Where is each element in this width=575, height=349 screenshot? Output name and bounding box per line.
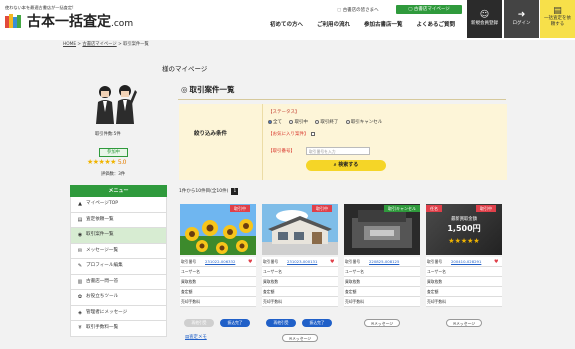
page-title: 様のマイページ bbox=[162, 65, 208, 73]
breadcrumb-current: 取引案件一覧 bbox=[123, 42, 149, 47]
accept-button[interactable]: 再他引受 bbox=[266, 319, 296, 327]
accept-button[interactable]: 再他引受 bbox=[184, 319, 214, 327]
status-badge: 取引中 bbox=[312, 205, 332, 212]
filter-panel: 絞り込み条件 【ステータス】 全て 取引中 取引終了 取引キャンセル 【お気に入… bbox=[179, 104, 507, 180]
person-icon: ▲ bbox=[78, 201, 82, 208]
sidebar-item-messages[interactable]: ✉ メッセージ一覧 bbox=[70, 243, 167, 259]
divider bbox=[178, 99, 506, 100]
number-label: 【取引番号】 bbox=[268, 149, 295, 154]
sidebar-item-admin-message[interactable]: ◈ 管理者にメッセージ bbox=[70, 305, 167, 321]
logo-text: 古本一括査定.com bbox=[27, 14, 134, 30]
nav-first-time[interactable]: 初めての方へ bbox=[270, 20, 303, 28]
status-badge: 参加中 bbox=[99, 148, 128, 157]
deal-number-link[interactable]: 220825-008125 bbox=[369, 257, 399, 267]
sidebar-item-deals[interactable]: ◉ 取引案件一覧 bbox=[70, 228, 167, 244]
bulk-appraisal-button[interactable]: ▤ 一括査定を依頼する bbox=[540, 0, 575, 38]
sidebar-menu: メニュー ▲ マイページTOP ▤ 査定依頼一覧 ◉ 取引案件一覧 ✉ メッセージ一覧 … bbox=[70, 185, 167, 337]
payment-done-button[interactable]: 振込完了 bbox=[220, 319, 250, 327]
sidebar-item-mypage-top[interactable]: ▲ マイページTOP bbox=[70, 197, 167, 213]
user-plus-icon: ☺ bbox=[479, 10, 490, 20]
handshake-icon: ◉ bbox=[77, 232, 83, 239]
section-title: ◎ 取引案件一覧 bbox=[181, 85, 235, 94]
deal-card[interactable]: 最新買取金額 1,500円 ★★★★★ 任名 取引中 取引番号 200410-02… bbox=[426, 204, 502, 349]
result-count: 1件から10件目(全10件) 1 bbox=[179, 188, 239, 195]
deal-number-link[interactable]: 231023-000131 bbox=[287, 257, 317, 267]
rating-stars: ★★★★★ 5.0 bbox=[87, 158, 126, 166]
document-icon: ▤ bbox=[77, 216, 83, 223]
sidebar-item-profile[interactable]: ✎ プロフィール編集 bbox=[70, 259, 167, 275]
document-icon: ▤ bbox=[553, 6, 562, 16]
site-header: 使わない本を最適古書店が一括査定! 古本一括査定.com ▢ 古書店の皆さまへ … bbox=[0, 0, 575, 40]
status-radio-group: 全て 取引中 取引終了 取引キャンセル bbox=[268, 119, 388, 126]
sidebar-item-requests[interactable]: ▤ 査定依頼一覧 bbox=[70, 212, 167, 228]
deal-card[interactable]: 取引キャンセル 取引番号 220825-008125 ユーザー名 買取枚数 査定額… bbox=[344, 204, 420, 349]
pencil-icon: ✎ bbox=[77, 263, 83, 270]
avatar bbox=[96, 85, 137, 124]
message-button[interactable]: ✉メッセージ bbox=[364, 319, 400, 327]
books-logo-icon bbox=[5, 14, 23, 28]
filter-fields: 【ステータス】 全て 取引中 取引終了 取引キャンセル 【お気に入り案件】 【取… bbox=[262, 104, 507, 180]
nav-shops[interactable]: 参加古書店一覧 bbox=[364, 20, 403, 28]
header-greeting[interactable]: ▢ 古書店の皆さまへ bbox=[337, 7, 379, 13]
message-button[interactable]: ✉メッセージ bbox=[446, 319, 482, 327]
money-icon: ¥ bbox=[78, 325, 82, 332]
deal-card[interactable]: 取引中 取引番号 231022-006332 ♥ ユーザー名 買取枚数 査定額 売却… bbox=[180, 204, 256, 349]
rating-stars: ★★★★★ bbox=[448, 237, 480, 245]
status-badge: 取引キャンセル bbox=[384, 205, 420, 212]
deal-number-link[interactable]: 231022-006332 bbox=[205, 257, 235, 267]
favorite-filter: 【お気に入り案件】 bbox=[268, 131, 315, 137]
deal-number-input[interactable]: 取引番号を入力 bbox=[306, 147, 370, 155]
breadcrumb-mypage[interactable]: 古書店マイページ bbox=[82, 42, 116, 47]
mail-icon: ✉ bbox=[77, 247, 83, 254]
payment-done-button[interactable]: 振込完了 bbox=[302, 319, 332, 327]
overlay-price: 1,500円 bbox=[447, 224, 481, 233]
memo-link[interactable]: ▤査定メモ bbox=[185, 334, 207, 340]
register-button[interactable]: ☺ 新規会員登録 bbox=[467, 0, 502, 38]
deal-number-link[interactable]: 200410-028291 bbox=[451, 257, 481, 267]
radio-finished[interactable]: 取引終了 bbox=[315, 119, 338, 125]
overlay-title: 最新買取金額 bbox=[451, 217, 477, 222]
status-label: 【ステータス】 bbox=[268, 110, 300, 115]
status-badge: 取引中 bbox=[476, 205, 496, 212]
breadcrumb-home[interactable]: HOME bbox=[63, 42, 76, 47]
filter-label: 絞り込み条件 bbox=[194, 131, 228, 137]
status-badge: 取引中 bbox=[230, 205, 250, 212]
login-icon: ➜ bbox=[517, 10, 526, 20]
deal-count: 取引件数:5件 bbox=[95, 132, 121, 137]
review-count: 評価数：3件 bbox=[101, 172, 126, 177]
nav-faq[interactable]: よくあるご質問 bbox=[417, 20, 456, 28]
heart-icon[interactable]: ♥ bbox=[330, 257, 334, 267]
radio-cancelled[interactable]: 取引キャンセル bbox=[345, 119, 382, 125]
shop-mypage-button[interactable]: ▢ 古書店マイページ bbox=[396, 5, 462, 14]
nav-flow[interactable]: ご利用の流れ bbox=[317, 20, 350, 28]
login-button[interactable]: ➜ ログイン bbox=[504, 0, 539, 38]
deal-card[interactable]: 取引中 取引番号 231023-000131 ♥ ユーザー名 買取枚数 査定額 売却… bbox=[262, 204, 338, 349]
tag-badge: 任名 bbox=[426, 205, 442, 212]
site-logo[interactable]: 古本一括査定.com bbox=[5, 13, 134, 30]
message-button[interactable]: ✉メッセージ bbox=[282, 334, 318, 342]
sidebar-item-tools[interactable]: ✿ お役立ちツール bbox=[70, 290, 167, 306]
radio-all[interactable]: 全て bbox=[268, 119, 282, 125]
page-number[interactable]: 1 bbox=[231, 188, 239, 195]
handshake-icon: ◎ bbox=[181, 85, 188, 94]
heart-icon[interactable]: ♥ bbox=[248, 257, 252, 267]
book-icon: ▥ bbox=[77, 278, 83, 285]
sidebar-item-qa[interactable]: ▥ 古書店一問一答 bbox=[70, 274, 167, 290]
main-nav: 初めての方へ ご利用の流れ 参加古書店一覧 よくあるご質問 bbox=[270, 20, 455, 28]
favorite-checkbox[interactable] bbox=[310, 131, 315, 136]
heart-icon[interactable]: ♥ bbox=[494, 257, 498, 267]
radio-in-progress[interactable]: 取引中 bbox=[289, 119, 308, 125]
sidebar-item-fees[interactable]: ¥ 取引手数料一覧 bbox=[70, 321, 167, 337]
menu-title: メニュー bbox=[70, 185, 167, 197]
tool-icon: ✿ bbox=[77, 294, 83, 301]
breadcrumb: HOME > 古書店マイページ > 取引案件一覧 bbox=[63, 42, 149, 47]
chat-icon: ◈ bbox=[78, 309, 82, 316]
search-button[interactable]: ⌕ 検索する bbox=[306, 160, 386, 171]
